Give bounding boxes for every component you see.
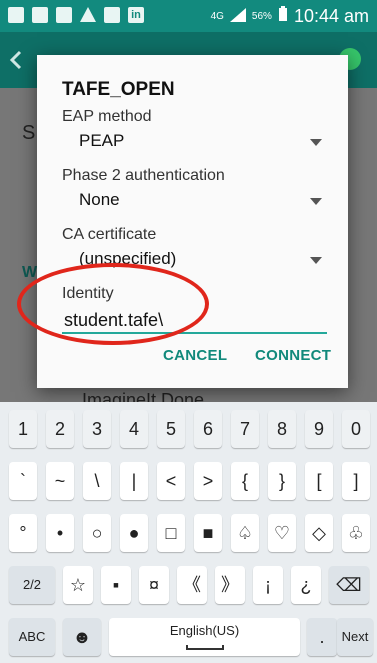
eap-method-label: EAP method <box>62 108 152 125</box>
gmail-icon <box>104 7 120 23</box>
signal-icon <box>229 7 246 27</box>
eap-method-value[interactable]: PEAP <box>79 131 124 151</box>
key-black-square[interactable]: ■ <box>194 514 222 552</box>
space-key-label: English(US) <box>169 623 240 638</box>
eap-dropdown-icon[interactable] <box>310 139 322 146</box>
key-7[interactable]: 7 <box>231 410 259 448</box>
space-icon <box>185 645 224 650</box>
key-3[interactable]: 3 <box>83 410 111 448</box>
battery-icon <box>278 6 288 27</box>
emoji-key[interactable]: ☻ <box>63 618 101 656</box>
keyboard-symbol-row-1: ` ~ \ | < > { } [ ] <box>0 462 377 500</box>
linkedin-icon: in <box>128 7 144 23</box>
key-inverted-exclamation[interactable]: ¡ <box>253 566 283 604</box>
network-type: 4G <box>210 11 224 22</box>
annotation-oval <box>17 263 209 345</box>
key-8[interactable]: 8 <box>268 410 296 448</box>
key-small-square[interactable]: ▪ <box>101 566 131 604</box>
phase2-label: Phase 2 authentication <box>62 167 225 184</box>
key-1[interactable]: 1 <box>9 410 37 448</box>
abc-key[interactable]: ABC <box>9 618 55 656</box>
key-black-circle[interactable]: ● <box>120 514 148 552</box>
key-spade[interactable]: ♤ <box>231 514 259 552</box>
key-heart[interactable]: ♡ <box>268 514 296 552</box>
section-heading: S <box>22 122 36 144</box>
battery-percent: 56% <box>251 11 272 22</box>
key-6[interactable]: 6 <box>194 410 222 448</box>
clock: 10:44 am <box>293 6 369 26</box>
phase2-dropdown-icon[interactable] <box>310 198 322 205</box>
key-white-square[interactable]: □ <box>157 514 185 552</box>
key-open-bracket[interactable]: [ <box>305 462 333 500</box>
key-inverted-question[interactable]: ¿ <box>291 566 321 604</box>
key-club[interactable]: ♧ <box>342 514 370 552</box>
key-4[interactable]: 4 <box>120 410 148 448</box>
key-backslash[interactable]: \ <box>83 462 111 500</box>
notification-icons: in <box>8 7 144 23</box>
keyboard-number-row: 1 2 3 4 5 6 7 8 9 0 <box>0 410 377 448</box>
key-2[interactable]: 2 <box>46 410 74 448</box>
key-open-brace[interactable]: { <box>231 462 259 500</box>
dialog-title: TAFE_OPEN <box>62 79 175 100</box>
key-less-than[interactable]: < <box>157 462 185 500</box>
key-currency[interactable]: ¤ <box>139 566 169 604</box>
key-degree[interactable]: ° <box>9 514 37 552</box>
key-5[interactable]: 5 <box>157 410 185 448</box>
keyboard-symbol-row-3: 2/2 ☆ ▪ ¤ 《 》 ¡ ¿ ⌫ <box>0 566 377 604</box>
key-bullet[interactable]: • <box>46 514 74 552</box>
key-white-circle[interactable]: ○ <box>83 514 111 552</box>
alert-icon <box>80 7 96 22</box>
key-close-bracket[interactable]: ] <box>342 462 370 500</box>
key-greater-than[interactable]: > <box>194 462 222 500</box>
onscreen-keyboard: 1 2 3 4 5 6 7 8 9 0 ` ~ \ | < > { } [ ] … <box>0 402 377 663</box>
keyboard-bottom-row: ABC ☻ English(US) . Next <box>0 618 377 656</box>
phase2-value[interactable]: None <box>79 190 120 210</box>
space-key[interactable]: English(US) <box>109 618 300 656</box>
gallery-icon <box>56 7 72 23</box>
ca-certificate-label: CA certificate <box>62 226 157 243</box>
key-close-brace[interactable]: } <box>268 462 296 500</box>
back-arrow-icon[interactable] <box>8 50 28 70</box>
keyboard-icon <box>32 7 48 23</box>
key-backtick[interactable]: ` <box>9 462 37 500</box>
cancel-button[interactable]: CANCEL <box>163 347 227 364</box>
status-bar: in 4G 56% 10:44 am <box>0 0 377 32</box>
backspace-key[interactable]: ⌫ <box>329 566 369 604</box>
status-right: 4G 56% 10:44 am <box>211 6 369 27</box>
ca-dropdown-icon[interactable] <box>310 257 322 264</box>
mail-icon <box>8 7 24 23</box>
keyboard-symbol-row-2: ° • ○ ● □ ■ ♤ ♡ ◇ ♧ <box>0 514 377 552</box>
next-key[interactable]: Next <box>337 618 373 656</box>
key-9[interactable]: 9 <box>305 410 333 448</box>
key-diamond[interactable]: ◇ <box>305 514 333 552</box>
key-double-angle-close[interactable]: 》 <box>215 566 245 604</box>
period-key[interactable]: . <box>307 618 337 656</box>
key-0[interactable]: 0 <box>342 410 370 448</box>
key-tilde[interactable]: ~ <box>46 462 74 500</box>
key-double-angle-open[interactable]: 《 <box>177 566 207 604</box>
key-star[interactable]: ☆ <box>63 566 93 604</box>
connect-button[interactable]: CONNECT <box>255 347 331 364</box>
key-pipe[interactable]: | <box>120 462 148 500</box>
page-toggle-key[interactable]: 2/2 <box>9 566 55 604</box>
